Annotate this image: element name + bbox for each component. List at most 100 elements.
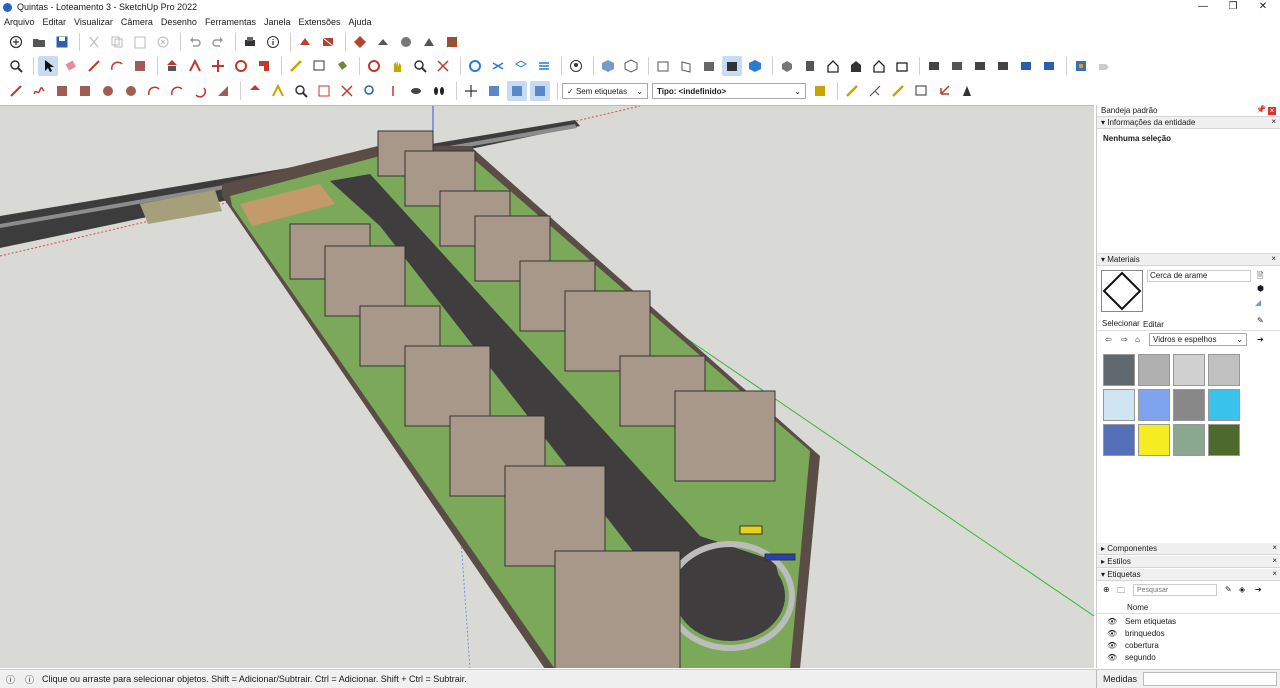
menu-camera[interactable]: Câmera (121, 17, 153, 27)
zoom-button[interactable] (6, 56, 26, 76)
two-point-arc-button[interactable] (167, 81, 187, 101)
hidden-line-button[interactable] (534, 56, 554, 76)
add-folder-icon[interactable]: 🗀 (1117, 585, 1125, 599)
back-edges-button[interactable] (488, 56, 508, 76)
menu-arquivo[interactable]: Arquivo (4, 17, 35, 27)
tag-item[interactable]: cobertura (1125, 641, 1159, 650)
look-around-button[interactable] (406, 81, 426, 101)
view-iso-button[interactable] (598, 56, 618, 76)
three-point-arc-button[interactable] (190, 81, 210, 101)
zoom-tool-button[interactable] (410, 56, 430, 76)
material-swatch[interactable] (1173, 389, 1205, 421)
close-icon[interactable]: × (1272, 556, 1277, 565)
tag-tool-icon[interactable]: ◈ (1239, 585, 1245, 594)
zoom-extents-tool-button[interactable] (337, 81, 357, 101)
position-camera-button[interactable] (383, 81, 403, 101)
paste-button[interactable] (130, 32, 150, 52)
tape-button[interactable] (888, 81, 908, 101)
material-swatch[interactable] (1103, 354, 1135, 386)
line-button[interactable] (6, 81, 26, 101)
axes-button[interactable] (461, 81, 481, 101)
text-tool-button[interactable] (309, 56, 329, 76)
layout-button[interactable] (396, 32, 416, 52)
material-swatch[interactable] (1173, 354, 1205, 386)
paint-default-icon[interactable]: ⬢ (1257, 284, 1264, 293)
cut-button[interactable] (84, 32, 104, 52)
material-name-field[interactable]: Cerca de arame (1147, 270, 1251, 282)
building-view-button[interactable] (846, 56, 866, 76)
print-button[interactable] (240, 32, 260, 52)
solid-tools-button[interactable] (924, 56, 944, 76)
section-cuts-button[interactable] (507, 81, 527, 101)
3d-text-button[interactable] (957, 81, 977, 101)
sandbox-smoove-button[interactable] (1071, 56, 1091, 76)
zoom-extents-button[interactable] (433, 56, 453, 76)
arc-tool-button[interactable] (107, 56, 127, 76)
eye-icon[interactable]: 👁 (1107, 641, 1117, 650)
sample-paint-icon[interactable]: ◢ (1255, 298, 1261, 307)
warehouse-button[interactable] (295, 32, 315, 52)
back-arrow-icon[interactable]: ⇦ (1105, 335, 1112, 344)
tape-measure-button[interactable] (286, 56, 306, 76)
new-file-button[interactable] (6, 32, 26, 52)
view-front-button[interactable] (653, 56, 673, 76)
measurements-input[interactable] (1143, 672, 1277, 686)
minimize-icon[interactable]: — (1188, 0, 1218, 14)
tag-item[interactable]: Sem etiquetas (1125, 617, 1176, 626)
close-icon[interactable]: × (1272, 543, 1277, 552)
tag-color-button[interactable] (810, 81, 830, 101)
offset-button[interactable] (185, 56, 205, 76)
materials-header[interactable]: ▾ Materiais × (1097, 254, 1280, 266)
pie-button[interactable] (213, 81, 233, 101)
arc-button[interactable] (144, 81, 164, 101)
styles-header[interactable]: ▸ Estilos × (1097, 556, 1280, 568)
shaded-style-button[interactable] (722, 56, 742, 76)
circle-button[interactable] (98, 81, 118, 101)
trim-button[interactable] (1039, 56, 1059, 76)
forward-arrow-icon[interactable]: ⇨ (1121, 335, 1128, 344)
map-button[interactable] (318, 32, 338, 52)
wireframe-button[interactable] (511, 56, 531, 76)
close-icon[interactable]: × (1272, 569, 1277, 578)
add-tag-icon[interactable]: ⊕ (1103, 585, 1110, 594)
redo-button[interactable] (208, 32, 228, 52)
menu-editar[interactable]: Editar (43, 17, 67, 27)
sandbox-button[interactable] (442, 32, 462, 52)
xray-button[interactable] (465, 56, 485, 76)
freehand-button[interactable] (29, 81, 49, 101)
color-by-tag-icon[interactable]: ✎ (1225, 585, 1232, 594)
zoom-frame-button[interactable] (314, 81, 334, 101)
tab-edit[interactable]: Editar (1143, 320, 1164, 329)
subtract-button[interactable] (1016, 56, 1036, 76)
rectangle-button[interactable] (52, 81, 72, 101)
rotate-button[interactable] (231, 56, 251, 76)
menu-ferramentas[interactable]: Ferramentas (205, 17, 256, 27)
union-button[interactable] (993, 56, 1013, 76)
material-swatch[interactable] (1103, 424, 1135, 456)
menu-extensoes[interactable]: Extensões (299, 17, 341, 27)
orbit-button[interactable] (364, 56, 384, 76)
textured-style-button[interactable] (745, 56, 765, 76)
material-swatch[interactable] (1138, 354, 1170, 386)
close-icon[interactable]: × (1271, 254, 1276, 263)
section-fill-button[interactable] (484, 81, 504, 101)
components-header[interactable]: ▸ Componentes × (1097, 543, 1280, 555)
open-file-button[interactable] (29, 32, 49, 52)
erase-button[interactable] (153, 32, 173, 52)
create-material-icon[interactable]: 🗎 (1257, 270, 1263, 284)
model-scene[interactable] (0, 106, 1094, 668)
eye-icon[interactable]: 👁 (1107, 653, 1117, 662)
material-swatch[interactable] (1208, 424, 1240, 456)
pin-icon[interactable]: 📌 (1256, 105, 1266, 114)
pan-button[interactable] (387, 56, 407, 76)
display-section-button[interactable] (800, 56, 820, 76)
tag-search-input[interactable] (1133, 584, 1217, 596)
shape-tool-button[interactable] (130, 56, 150, 76)
tag-item[interactable]: brinquedos (1125, 629, 1165, 638)
axes-tool-button[interactable] (934, 81, 954, 101)
warehouse-view-button[interactable] (892, 56, 912, 76)
home-outline-button[interactable] (869, 56, 889, 76)
material-swatch[interactable] (1103, 389, 1135, 421)
house-view-button[interactable] (823, 56, 843, 76)
dimension-button[interactable] (842, 81, 862, 101)
